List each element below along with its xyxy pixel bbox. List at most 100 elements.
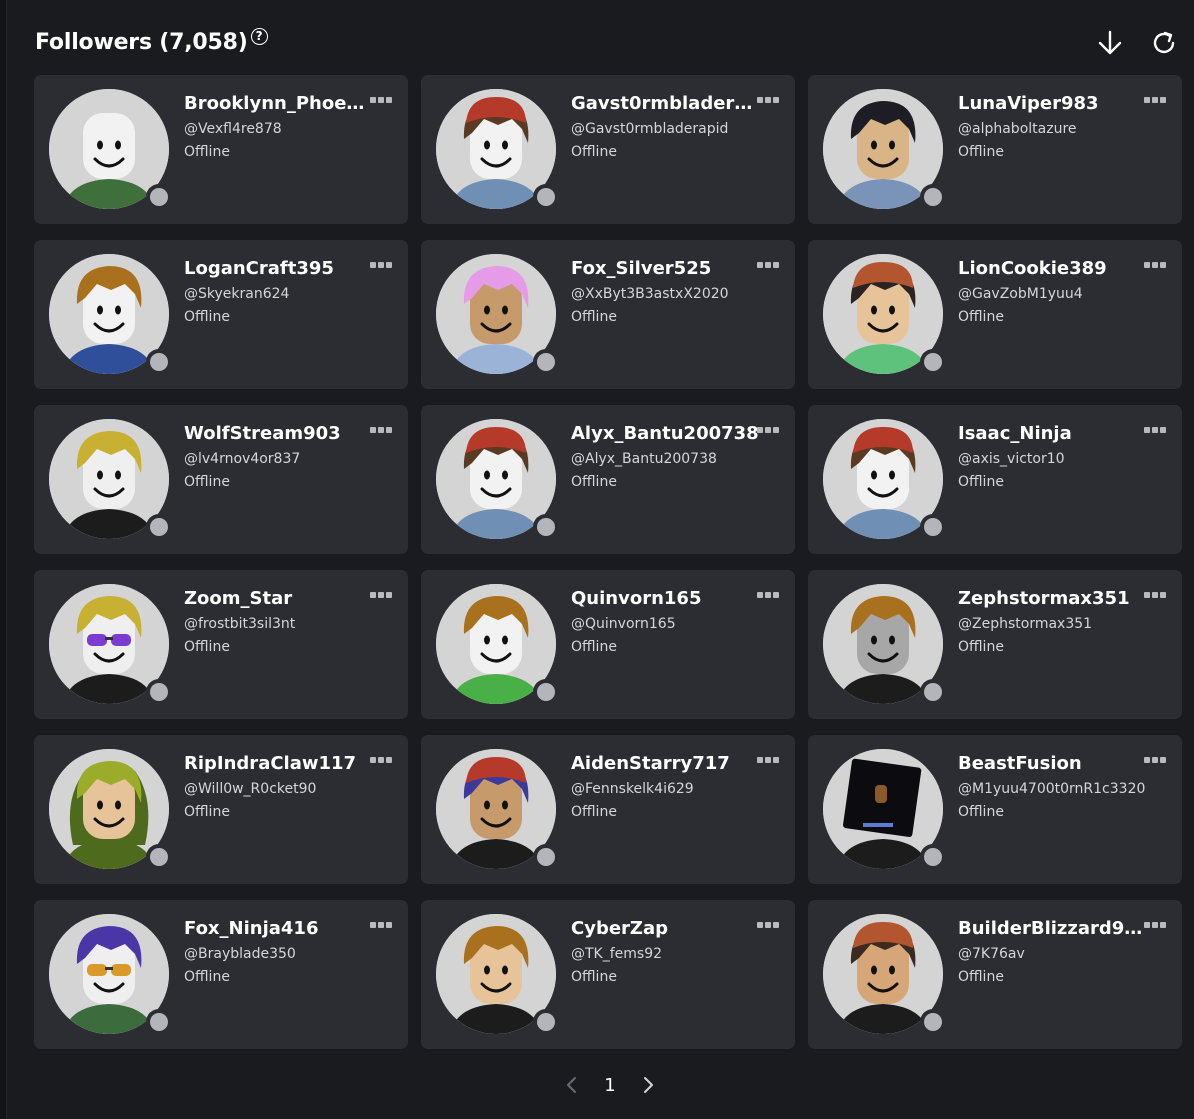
refresh-button[interactable] xyxy=(1149,28,1179,58)
follower-card[interactable]: AidenStarry717 @Fennskelk4i629 Offline xyxy=(421,735,795,884)
follower-name[interactable]: Isaac_Ninja xyxy=(958,423,1148,445)
more-options-button[interactable] xyxy=(757,757,781,767)
more-options-button[interactable] xyxy=(1144,757,1168,767)
more-options-button[interactable] xyxy=(1144,427,1168,437)
follower-card[interactable]: Zoom_Star @frostbit3sil3nt Offline xyxy=(34,570,408,719)
follower-name[interactable]: Quinvorn165 xyxy=(571,588,761,610)
follower-handle: @TK_fems92 xyxy=(571,946,663,962)
avatar-container[interactable] xyxy=(436,254,559,375)
avatar-container[interactable] xyxy=(823,584,946,705)
avatar-container[interactable] xyxy=(823,914,946,1035)
more-options-button[interactable] xyxy=(370,262,394,272)
follower-name[interactable]: LunaViper983 xyxy=(958,93,1148,115)
more-options-button[interactable] xyxy=(370,97,394,107)
avatar-container[interactable] xyxy=(49,584,172,705)
avatar-container[interactable] xyxy=(436,914,559,1035)
avatar-container[interactable] xyxy=(49,254,172,375)
follower-name[interactable]: RipIndraClaw117 xyxy=(184,753,374,775)
avatar-container[interactable] xyxy=(49,914,172,1035)
follower-name[interactable]: BuilderBlizzard951 xyxy=(958,918,1148,940)
follower-name[interactable]: Zephstormax351 xyxy=(958,588,1148,610)
follower-card[interactable]: WolfStream903 @lv4rnov4or837 Offline xyxy=(34,405,408,554)
follower-name[interactable]: Fox_Silver525 xyxy=(571,258,761,280)
avatar-container[interactable] xyxy=(436,584,559,705)
avatar-container[interactable] xyxy=(823,89,946,210)
avatar-container[interactable] xyxy=(49,89,172,210)
dot-icon xyxy=(378,592,384,598)
more-options-button[interactable] xyxy=(370,922,394,932)
more-options-button[interactable] xyxy=(1144,592,1168,602)
follower-name[interactable]: Fox_Ninja416 xyxy=(184,918,374,940)
dot-icon xyxy=(370,262,376,268)
follower-handle: @Will0w_R0cket90 xyxy=(184,781,317,797)
follower-card[interactable]: Quinvorn165 @Quinvorn165 Offline xyxy=(421,570,795,719)
more-options-button[interactable] xyxy=(370,427,394,437)
more-options-button[interactable] xyxy=(370,592,394,602)
avatar-container[interactable] xyxy=(49,749,172,870)
follower-info: Zoom_Star @frostbit3sil3nt Offline xyxy=(184,588,374,656)
follower-card[interactable]: CyberZap @TK_fems92 Offline xyxy=(421,900,795,1049)
follower-card[interactable]: Zephstormax351 @Zephstormax351 Offline xyxy=(808,570,1182,719)
dot-icon xyxy=(1144,922,1150,928)
more-options-button[interactable] xyxy=(1144,97,1168,107)
dot-icon xyxy=(757,757,763,763)
follower-card[interactable]: Brooklynn_Phoenix @Vexfl4re878 Offline xyxy=(34,75,408,224)
follower-name[interactable]: Gavst0rmbladerap... xyxy=(571,93,761,115)
presence-indicator xyxy=(920,184,946,210)
follower-name[interactable]: AidenStarry717 xyxy=(571,753,761,775)
follower-name[interactable]: Brooklynn_Phoenix xyxy=(184,93,374,115)
more-options-button[interactable] xyxy=(370,757,394,767)
offline-dot-icon xyxy=(924,683,942,701)
dot-icon xyxy=(765,262,771,268)
more-options-button[interactable] xyxy=(1144,922,1168,932)
follower-info: LoganCraft395 @Skyekran624 Offline xyxy=(184,258,374,326)
more-options-button[interactable] xyxy=(757,592,781,602)
follower-status: Offline xyxy=(184,144,230,160)
dot-icon xyxy=(386,97,392,103)
download-button[interactable] xyxy=(1095,28,1125,58)
more-options-button[interactable] xyxy=(757,262,781,272)
avatar-container[interactable] xyxy=(436,419,559,540)
follower-card[interactable]: Alyx_Bantu200738 @Alyx_Bantu200738 Offline xyxy=(421,405,795,554)
follower-status: Offline xyxy=(958,474,1004,490)
follower-card[interactable]: LionCookie389 @GavZobM1yuu4 Offline xyxy=(808,240,1182,389)
follower-card[interactable]: BeastFusion @M1yuu4700t0rnR1c3320 Offline xyxy=(808,735,1182,884)
follower-info: Fox_Ninja416 @Brayblade350 Offline xyxy=(184,918,374,986)
follower-card[interactable]: LoganCraft395 @Skyekran624 Offline xyxy=(34,240,408,389)
dot-icon xyxy=(378,262,384,268)
avatar-container[interactable] xyxy=(823,254,946,375)
avatar-container[interactable] xyxy=(823,749,946,870)
follower-card[interactable]: Isaac_Ninja @axis_victor10 Offline xyxy=(808,405,1182,554)
dot-icon xyxy=(1152,262,1158,268)
next-page-button[interactable] xyxy=(636,1073,660,1097)
follower-card[interactable]: LunaViper983 @alphaboltazure Offline xyxy=(808,75,1182,224)
more-options-button[interactable] xyxy=(757,97,781,107)
follower-name[interactable]: LoganCraft395 xyxy=(184,258,374,280)
follower-status: Offline xyxy=(571,804,617,820)
follower-name[interactable]: LionCookie389 xyxy=(958,258,1148,280)
dot-icon xyxy=(1144,757,1150,763)
offline-dot-icon xyxy=(924,1013,942,1031)
follower-card[interactable]: Fox_Silver525 @XxByt3B3astxX2020 Offline xyxy=(421,240,795,389)
avatar-container[interactable] xyxy=(436,89,559,210)
avatar-container[interactable] xyxy=(823,419,946,540)
offline-dot-icon xyxy=(150,518,168,536)
avatar-container[interactable] xyxy=(49,419,172,540)
follower-name[interactable]: BeastFusion xyxy=(958,753,1148,775)
follower-name[interactable]: WolfStream903 xyxy=(184,423,374,445)
follower-card[interactable]: RipIndraClaw117 @Will0w_R0cket90 Offline xyxy=(34,735,408,884)
follower-name[interactable]: CyberZap xyxy=(571,918,761,940)
follower-info: Zephstormax351 @Zephstormax351 Offline xyxy=(958,588,1148,656)
help-icon[interactable]: ? xyxy=(250,27,268,45)
avatar-container[interactable] xyxy=(436,749,559,870)
follower-card[interactable]: Fox_Ninja416 @Brayblade350 Offline xyxy=(34,900,408,1049)
follower-name[interactable]: Alyx_Bantu200738 xyxy=(571,423,761,445)
follower-card[interactable]: BuilderBlizzard951 @7K76av Offline xyxy=(808,900,1182,1049)
more-options-button[interactable] xyxy=(757,922,781,932)
refresh-icon xyxy=(1153,31,1175,54)
more-options-button[interactable] xyxy=(1144,262,1168,272)
follower-name[interactable]: Zoom_Star xyxy=(184,588,374,610)
more-options-button[interactable] xyxy=(757,427,781,437)
previous-page-button[interactable] xyxy=(560,1073,584,1097)
follower-card[interactable]: Gavst0rmbladerap... @Gavst0rmbladerapid Of… xyxy=(421,75,795,224)
